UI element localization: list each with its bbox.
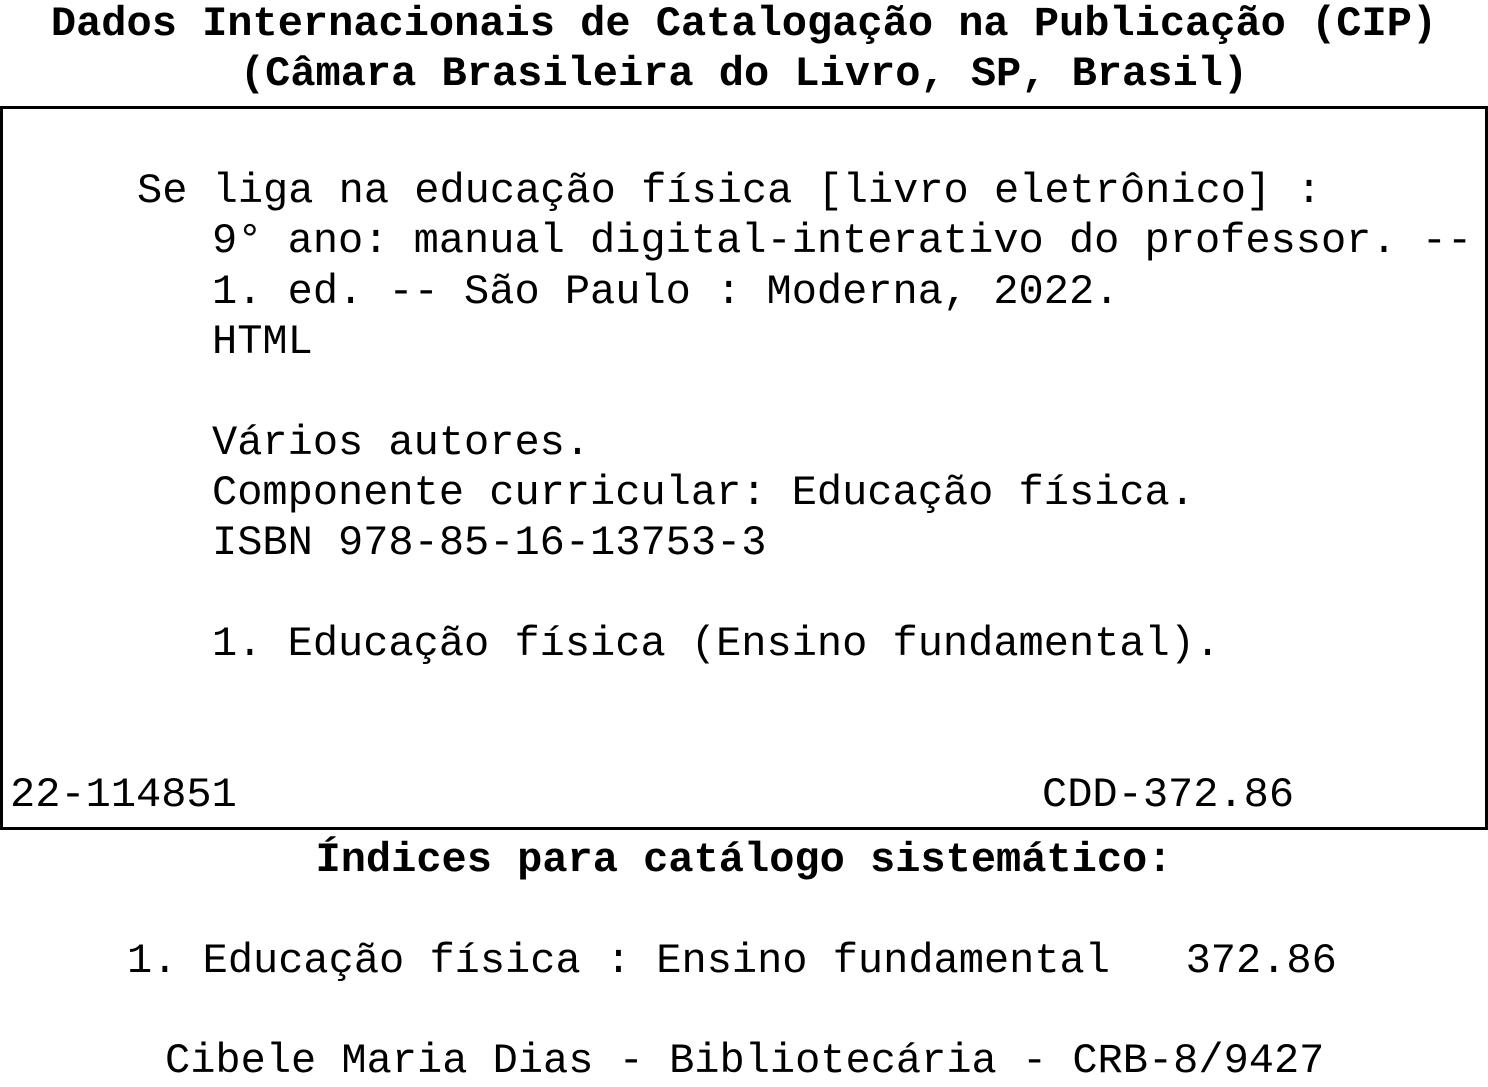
record-note-authors: Vários autores. <box>212 419 591 467</box>
record-subject: 1. Educação física (Ensino fundamental). <box>212 620 1221 668</box>
cip-subtitle: (Câmara Brasileira do Livro, SP, Brasil) <box>239 50 1249 98</box>
cdd-classification: CDD-372.86 <box>1042 771 1295 819</box>
record-format-line: HTML <box>212 318 313 366</box>
record-title-line: Se liga na educação física [livro eletrô… <box>137 167 1322 215</box>
indices-title: Índices para catálogo sistemático: <box>315 836 1173 884</box>
record-continuation-line: 9° ano: manual digital-interativo do pro… <box>212 217 1473 265</box>
record-continuation-line: 1. ed. -- São Paulo : Moderna, 2022. <box>212 268 1120 316</box>
record-isbn: ISBN 978-85-16-13753-3 <box>212 519 767 567</box>
record-note-component: Componente curricular: Educação física. <box>212 469 1195 517</box>
librarian-credit: Cibele Maria Dias - Bibliotecária - CRB-… <box>165 1037 1325 1085</box>
cip-title: Dados Internacionais de Catalogação na P… <box>50 0 1438 48</box>
index-entry: 1. Educação física : Ensino fundamental … <box>127 937 1337 985</box>
control-number: 22-114851 <box>10 771 237 819</box>
